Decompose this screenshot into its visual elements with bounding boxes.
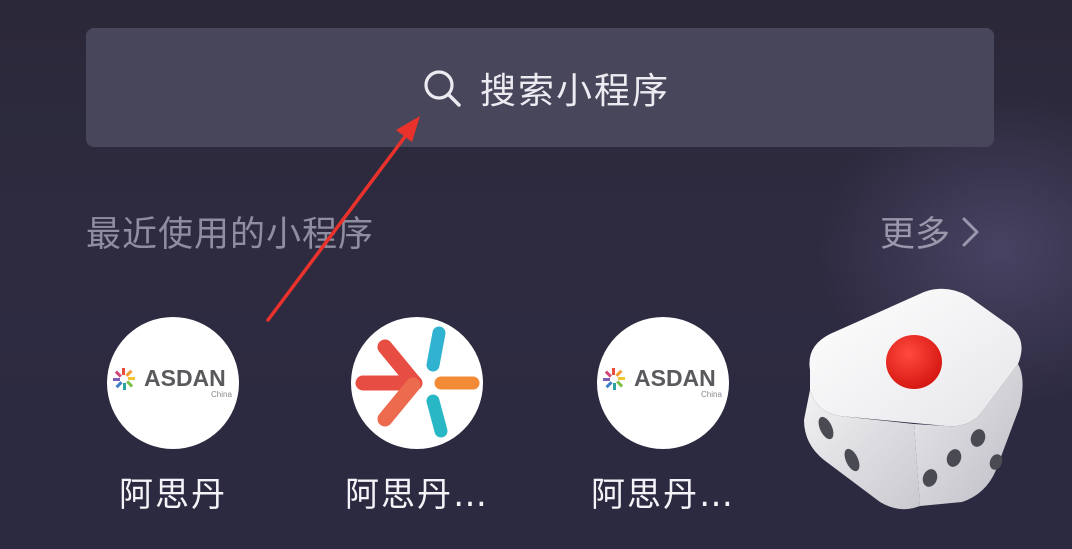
recent-app-3-label: 阿思丹…: [591, 475, 735, 515]
search-placeholder: 搜索小程序: [479, 70, 670, 112]
recent-app-3[interactable]: ASDAN China 阿思丹…: [558, 317, 768, 517]
asdan-logo-icon: ASDAN China: [597, 317, 729, 449]
recent-app-1[interactable]: ASDAN China 阿思丹: [68, 317, 278, 517]
more-button[interactable]: 更多: [880, 206, 982, 257]
mini-program-panel: 搜索小程序 最近使用的小程序 更多 ASDAN China 阿思丹 阿思丹… A…: [0, 0, 1072, 549]
search-icon: [424, 69, 461, 107]
recent-app-1-label: 阿思丹: [119, 475, 227, 515]
recent-mini-programs-title: 最近使用的小程序: [86, 215, 375, 255]
asdan-subtext: China: [211, 390, 232, 399]
search-bar-content: 搜索小程序: [422, 62, 670, 114]
asdan-logo-icon: ASDAN China: [107, 317, 239, 449]
asdan-wordmark: ASDAN: [634, 365, 716, 391]
recent-app-2[interactable]: 阿思丹…: [312, 317, 522, 517]
more-label: 更多: [880, 215, 951, 255]
asdan-wordmark: ASDAN: [144, 365, 226, 391]
asdan-subtext: China: [701, 390, 722, 399]
arrow-burst-logo-icon: [351, 317, 483, 449]
recent-app-2-label: 阿思丹…: [345, 475, 489, 515]
search-bar[interactable]: 搜索小程序: [86, 28, 994, 147]
dice-icon[interactable]: [796, 282, 1028, 514]
chevron-right-icon: [962, 217, 979, 246]
